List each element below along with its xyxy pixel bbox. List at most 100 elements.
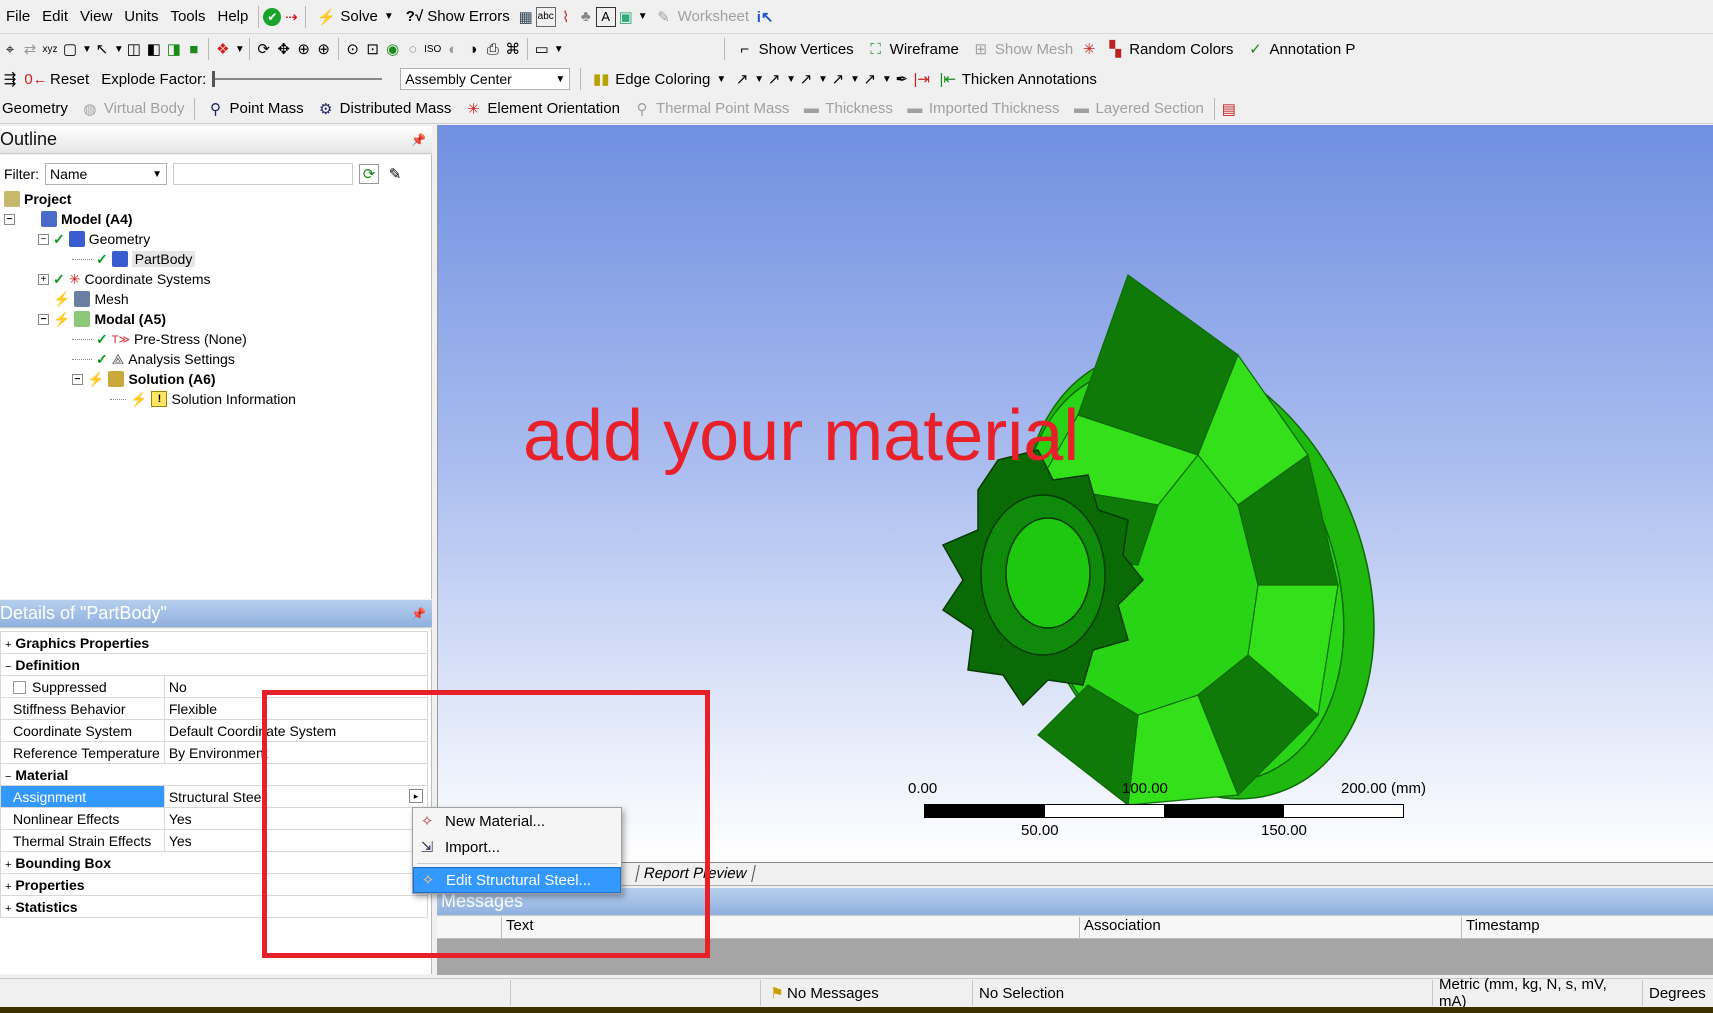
solve-button[interactable]: ⚡ Solve ▼ [310,4,399,30]
zoom-box-icon[interactable]: ⊙ [343,39,363,59]
tree-geometry[interactable]: − ✓ Geometry [38,229,150,249]
explode-icon[interactable]: ⇶ [0,69,20,89]
select-mode-icon[interactable]: ⌖ [0,39,20,59]
print-icon[interactable]: ⎙ [483,39,503,59]
pin-icon[interactable]: ✒ [892,69,912,89]
xyz-icon[interactable]: xyz [40,39,60,59]
col-association[interactable]: Association [1080,917,1462,938]
chevron-down-icon[interactable]: ▼ [235,44,245,55]
filter-input[interactable] [173,163,353,185]
chevron-down-icon[interactable]: ▼ [384,11,394,22]
tree-partbody[interactable]: ✓ PartBody [72,249,196,269]
zoom-in-icon[interactable]: ⊕ [314,39,334,59]
edge-style-1-icon[interactable]: ↗ [732,69,752,89]
tree-solution-information[interactable]: ⚡! Solution Information [110,389,296,409]
chevron-down-icon[interactable]: ▼ [554,44,564,55]
vertex-select-icon[interactable]: ◫ [124,39,144,59]
reset-button[interactable]: 0← Reset [20,66,95,92]
element-orientation-button[interactable]: ✳ Element Orientation [457,96,626,122]
tree-analysis-settings[interactable]: ✓ ⟁ Analysis Settings [72,349,235,369]
check-icon[interactable]: ✔ [263,7,282,26]
assembly-center-select[interactable]: Assembly Center ▼ [400,68,571,90]
pin-icon[interactable]: 📌 [411,133,426,147]
previous-view-icon[interactable]: ◐ [443,39,463,59]
filter-select[interactable]: Name ▼ [45,163,167,185]
thicken-lines-icon[interactable]: |⇥ [912,69,932,89]
explode-slider[interactable] [212,71,383,87]
pan-icon[interactable]: ✥ [274,39,294,59]
menu-file[interactable]: File [0,4,36,30]
show-vertices-button[interactable]: ⌐ Show Vertices [729,36,860,62]
geometry-button[interactable]: Geometry [0,96,74,122]
expand-icon[interactable]: + [38,273,49,285]
tag-icon[interactable]: ⌘ [503,39,523,59]
pin-icon[interactable]: 📌 [411,607,426,621]
menu-view[interactable]: View [74,4,118,30]
select-box-icon[interactable]: ▢ [60,39,80,59]
collapse-icon[interactable]: − [38,233,49,245]
tree-mesh[interactable]: ⚡ Mesh [38,289,129,309]
pointer-icon[interactable]: ↖ [92,39,112,59]
col-timestamp[interactable]: Timestamp [1462,917,1713,938]
collapse-icon[interactable]: − [38,313,49,325]
distributed-mass-button[interactable]: ⚙ Distributed Mass [310,96,458,122]
table-icon[interactable]: ▦ [516,7,536,27]
wireframe-button[interactable]: ⛶ Wireframe [860,36,965,62]
extend-icon[interactable]: ❖ [213,39,233,59]
group-graphics-properties[interactable]: + Graphics Properties [0,631,428,654]
layered-section-button[interactable]: ▬ Layered Section [1065,96,1209,122]
text-annotation-icon[interactable]: A [595,6,616,27]
menu-edit[interactable]: Edit [36,4,74,30]
report-icon[interactable]: ▤ [1219,99,1239,119]
chevron-down-icon[interactable]: ▼ [638,11,648,22]
rotate-icon[interactable]: ⟳ [254,39,274,59]
tree-project[interactable]: Project [4,189,71,209]
filter-icon[interactable]: ⇄ [20,39,40,59]
tree-coordinate-systems[interactable]: + ✓ ✳ Coordinate Systems [38,269,211,289]
image-icon[interactable]: ▣ [616,7,636,27]
show-errors-button[interactable]: ?√ Show Errors [400,4,516,30]
slider-thumb[interactable] [212,71,216,87]
collapse-icon[interactable]: − [72,373,83,385]
tree-modal[interactable]: − ⚡ Modal (A5) [38,309,166,329]
tree-arrow-icon[interactable]: ⇢ [281,7,301,27]
refresh-icon[interactable]: ⟳ [359,164,379,184]
imported-thickness-button[interactable]: ▬ Imported Thickness [899,96,1066,122]
thickness-button[interactable]: ▬ Thickness [795,96,899,122]
magnifier-icon[interactable]: ○ [403,39,423,59]
thermal-point-mass-button[interactable]: ⚲ Thermal Point Mass [626,96,795,122]
collapse-icon[interactable]: − [4,213,15,225]
menu-help[interactable]: Help [212,4,255,30]
tree-model[interactable]: − Model (A4) [4,209,133,229]
edge-coloring-button[interactable]: ▮▮ Edge Coloring ▼ [585,66,732,92]
point-mass-button[interactable]: ⚲ Point Mass [199,96,309,122]
chevron-down-icon[interactable]: ▼ [818,74,828,85]
abc-icon[interactable]: abc [535,6,556,27]
menu-tools[interactable]: Tools [164,4,211,30]
edge-style-2-icon[interactable]: ↗ [764,69,784,89]
suppressed-checkbox[interactable] [13,681,26,695]
edge-select-icon[interactable]: ◧ [144,39,164,59]
status-units[interactable]: Metric (mm, kg, N, s, mV, mA) [1432,976,1642,1010]
random-colors-button[interactable]: ▚ Random Colors [1099,36,1239,62]
edge-style-4-icon[interactable]: ↗ [828,69,848,89]
tree-prestress[interactable]: ✓ T≫ Pre-Stress (None) [72,329,247,349]
menu-units[interactable]: Units [118,4,164,30]
worksheet-button[interactable]: ✎ Worksheet [648,4,755,30]
iso-icon[interactable]: ISO [423,39,443,59]
chevron-down-icon[interactable]: ▼ [754,74,764,85]
viewport-layout-icon[interactable]: ▭ [532,39,552,59]
chevron-down-icon[interactable]: ▼ [786,74,796,85]
show-mesh-button[interactable]: ⊞ Show Mesh [965,36,1079,62]
axes-icon[interactable]: ✳ [1079,39,1099,59]
edge-style-5-icon[interactable]: ↗ [860,69,880,89]
body-select-icon[interactable]: ■ [184,39,204,59]
group-definition[interactable]: − Definition [0,653,428,676]
chevron-down-icon[interactable]: ▼ [82,44,92,55]
zoom-fit-icon[interactable]: ⊡ [363,39,383,59]
info-cursor-icon[interactable]: i↖ [755,7,775,27]
chevron-down-icon[interactable]: ▼ [114,44,124,55]
chevron-down-icon[interactable]: ▼ [882,74,892,85]
next-view-icon[interactable]: ◑ [463,39,483,59]
zoom-green-icon[interactable]: ◉ [383,39,403,59]
